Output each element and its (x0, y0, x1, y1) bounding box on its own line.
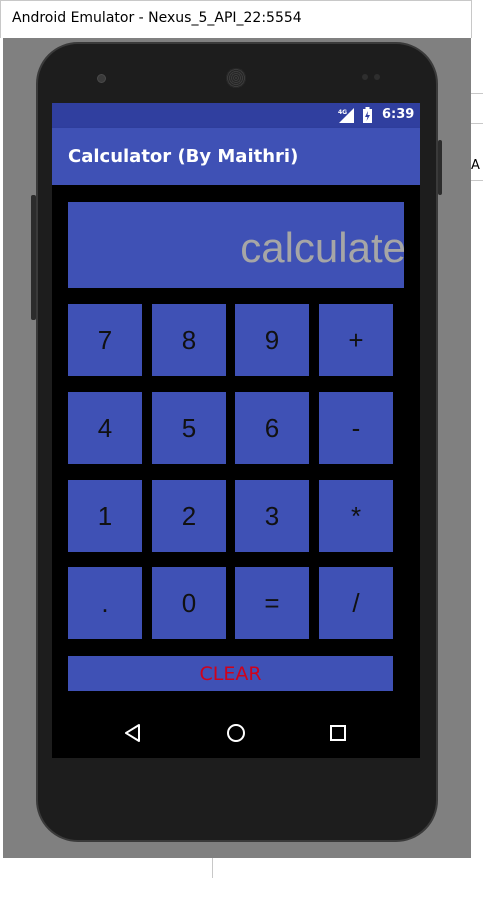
key-9-button[interactable]: 9 (235, 304, 309, 376)
key-3-button[interactable]: 3 (235, 480, 309, 552)
power-button[interactable] (438, 140, 442, 195)
earpiece-speaker-icon (226, 68, 246, 88)
front-camera-icon (97, 74, 106, 83)
key-5-button[interactable]: 5 (152, 392, 226, 464)
key-minus-button[interactable]: - (319, 392, 393, 464)
network-type-label: 4G (338, 109, 347, 116)
key-2-button[interactable]: 2 (152, 480, 226, 552)
background-window-letter: A (471, 158, 480, 173)
background-divider (212, 858, 213, 878)
calculator-display[interactable]: calculate (68, 202, 404, 288)
key-8-button[interactable]: 8 (152, 304, 226, 376)
key-decimal-button[interactable]: . (68, 567, 142, 639)
status-bar: 4G 6:39 (52, 103, 420, 128)
screenshot-root: Android Emulator - Nexus_5_API_22:5554 A… (0, 0, 483, 902)
signal-icon: 4G (338, 108, 354, 123)
recents-icon[interactable] (326, 721, 350, 745)
display-placeholder: calculate (240, 224, 404, 271)
key-7-button[interactable]: 7 (68, 304, 142, 376)
battery-charging-icon (363, 107, 372, 123)
emulator-window-title: Android Emulator - Nexus_5_API_22:5554 (12, 10, 302, 26)
key-plus-button[interactable]: + (319, 304, 393, 376)
app-bar: Calculator (By Maithri) (52, 128, 420, 185)
key-equals-button[interactable]: = (235, 567, 309, 639)
key-6-button[interactable]: 6 (235, 392, 309, 464)
key-multiply-button[interactable]: * (319, 480, 393, 552)
back-icon[interactable] (121, 721, 145, 745)
clear-button[interactable]: CLEAR (68, 656, 393, 691)
home-icon[interactable] (224, 721, 248, 745)
background-window-edge: A (471, 38, 483, 858)
navigation-bar (52, 708, 420, 758)
key-1-button[interactable]: 1 (68, 480, 142, 552)
proximity-sensor-icon (362, 74, 368, 80)
light-sensor-icon (374, 74, 380, 80)
key-0-button[interactable]: 0 (152, 567, 226, 639)
app-title: Calculator (By Maithri) (68, 146, 299, 167)
status-time: 6:39 (382, 107, 415, 122)
key-4-button[interactable]: 4 (68, 392, 142, 464)
key-divide-button[interactable]: / (319, 567, 393, 639)
phone-screen: 4G 6:39 Calculator (By Maithri) calculat… (52, 103, 420, 758)
emulator-title-bar[interactable]: Android Emulator - Nexus_5_API_22:5554 (0, 0, 472, 38)
